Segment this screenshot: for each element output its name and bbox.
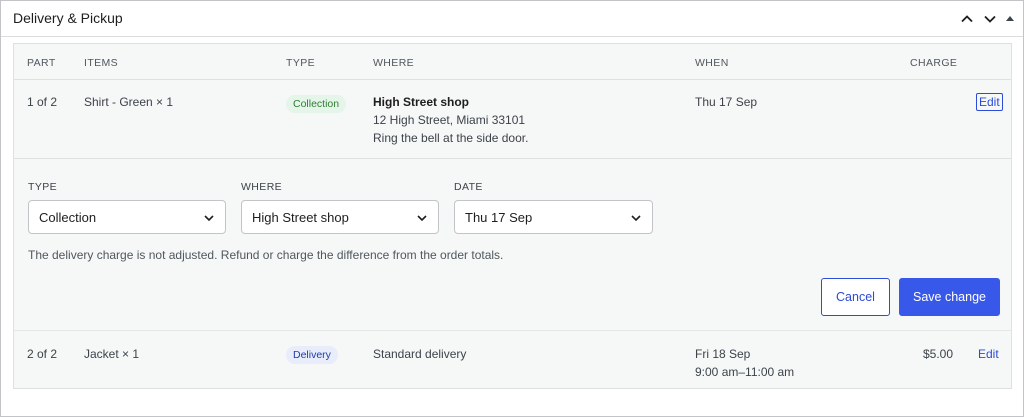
where-cell: High Street shop 12 High Street, Miami 3… [373,93,528,147]
chevron-down-icon [203,212,215,224]
where-label: Where [241,181,283,193]
header-when: When [695,57,729,69]
table-row: 2 of 2 Jacket × 1 Delivery Standard deli… [14,330,1011,388]
caret-up-icon[interactable] [1004,11,1016,27]
charge-note: The delivery charge is not adjusted. Ref… [28,248,504,262]
items-cell: Shirt - Green × 1 [84,95,174,109]
type-badge-delivery: Delivery [286,346,338,364]
edit-link[interactable]: Edit [978,345,999,363]
panel-header: Delivery & Pickup [1,1,1023,37]
edit-link[interactable]: Edit [976,93,1003,111]
where-cell: Standard delivery [373,347,467,361]
delivery-pickup-panel: Delivery & Pickup Part Items Type Where … [0,0,1024,417]
part-cell: 1 of 2 [27,95,58,109]
type-badge-collection: Collection [286,95,347,113]
table-row: 1 of 2 Shirt - Green × 1 Collection High… [14,81,1011,159]
where-address: 12 High Street, Miami 33101 [373,113,526,127]
charge-cell: $5.00 [923,347,954,361]
where-instructions: Ring the bell at the side door. [373,131,529,145]
chevron-down-icon [416,212,428,224]
edit-shipment-form: Type Collection Where High Street shop D… [14,160,1011,330]
where-title: High Street shop [373,95,470,109]
when-cell: Thu 17 Sep [695,95,758,109]
chevron-up-icon[interactable] [959,11,975,27]
header-part: Part [27,57,56,69]
shipments-table: Part Items Type Where When Charge 1 of 2… [13,43,1012,389]
date-select-value: Thu 17 Sep [465,210,533,225]
save-change-button[interactable]: Save change [899,278,1000,316]
where-select-value: High Street shop [252,210,349,225]
when-date: Fri 18 Sep [695,347,751,361]
when-time: 9:00 am–11:00 am [695,365,795,379]
where-select[interactable]: High Street shop [241,200,439,234]
header-items: Items [84,57,119,69]
header-where: Where [373,57,415,69]
chevron-down-icon[interactable] [982,11,998,27]
date-label: Date [454,181,483,193]
panel-title: Delivery & Pickup [13,10,123,26]
type-select-value: Collection [39,210,97,225]
chevron-down-icon [630,212,642,224]
part-cell: 2 of 2 [27,347,58,361]
header-charge: Charge [910,57,958,69]
type-label: Type [28,181,58,193]
type-select[interactable]: Collection [28,200,226,234]
table-header: Part Items Type Where When Charge [14,44,1011,80]
header-type: Type [286,57,316,69]
items-cell: Jacket × 1 [84,347,140,361]
when-cell: Fri 18 Sep 9:00 am–11:00 am [695,345,794,381]
cancel-button[interactable]: Cancel [821,278,890,316]
date-select[interactable]: Thu 17 Sep [454,200,653,234]
